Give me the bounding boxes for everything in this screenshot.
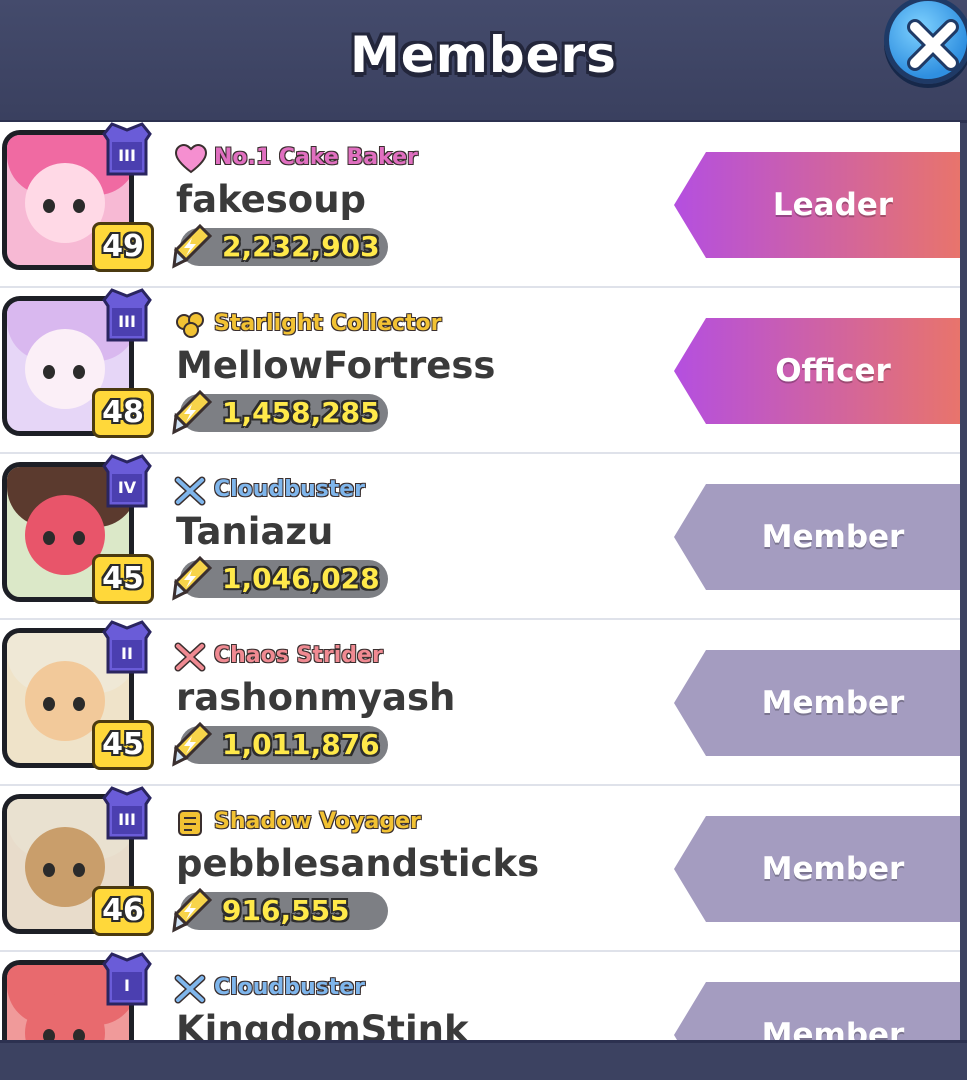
crossed-swords-icon — [174, 974, 208, 1004]
avatar-eye — [73, 199, 85, 213]
rank-badge: III — [100, 122, 154, 180]
member-row[interactable]: III 46 Shadow Voyager pebblesandsticks 9… — [0, 786, 960, 952]
power-bar: 1,011,876 — [172, 721, 388, 767]
crossed-swords-icon — [174, 642, 208, 672]
rank-label: III — [118, 146, 136, 165]
scroll-icon — [174, 808, 208, 838]
member-name[interactable]: fakesoup — [176, 178, 366, 221]
member-title-text: Chaos Strider — [214, 643, 383, 668]
avatar-eye — [43, 365, 55, 379]
member-list[interactable]: III 49 No.1 Cake Baker fakesoup 2,232,90… — [0, 122, 960, 1042]
close-icon — [907, 19, 959, 71]
power-bar: 1,046,028 — [172, 555, 388, 601]
member-title-text: Shadow Voyager — [214, 809, 421, 834]
panel-footer — [0, 1040, 967, 1080]
crossed-swords-icon — [174, 476, 208, 506]
avatar-eye — [43, 863, 55, 877]
level-badge: 45 — [92, 720, 154, 770]
close-button[interactable] — [884, 0, 967, 84]
power-value: 1,011,876 — [222, 728, 380, 761]
power-icon — [170, 886, 214, 934]
rank-badge: IV — [100, 454, 154, 512]
star-cluster-icon — [174, 310, 208, 340]
rank-label: III — [118, 312, 136, 331]
power-value: 1,046,028 — [222, 562, 380, 595]
avatar-eye — [43, 531, 55, 545]
member-title-text: Cloudbuster — [214, 975, 366, 1000]
member-title-text: No.1 Cake Baker — [214, 145, 418, 170]
rank-badge: I — [100, 952, 154, 1010]
member-row[interactable]: I Cloudbuster KingdomStink Member — [0, 952, 960, 1042]
role-button[interactable]: Member — [674, 816, 960, 922]
rank-label: II — [121, 644, 133, 663]
power-icon — [170, 388, 214, 436]
member-name[interactable]: KingdomStink — [176, 1008, 469, 1042]
level-badge: 46 — [92, 886, 154, 936]
member-row[interactable]: II 45 Chaos Strider rashonmyash 1,011,87… — [0, 620, 960, 786]
rank-badge: III — [100, 786, 154, 844]
heart-icon — [174, 143, 208, 174]
rank-label: IV — [117, 478, 137, 497]
members-panel: Members III 49 No.1 Cake Baker fakesoup … — [0, 0, 967, 1080]
role-button[interactable]: Leader — [674, 152, 960, 258]
level-badge: 49 — [92, 222, 154, 272]
level-badge: 45 — [92, 554, 154, 604]
member-title-text: Starlight Collector — [214, 311, 442, 336]
member-name[interactable]: MellowFortress — [176, 344, 495, 387]
avatar-eye — [73, 697, 85, 711]
member-row[interactable]: III 48 Starlight Collector MellowFortres… — [0, 288, 960, 454]
power-value: 1,458,285 — [222, 396, 380, 429]
role-button[interactable]: Member — [674, 650, 960, 756]
power-value: 916,555 — [222, 894, 350, 927]
rank-badge: II — [100, 620, 154, 678]
member-name[interactable]: rashonmyash — [176, 676, 455, 719]
level-badge: 48 — [92, 388, 154, 438]
power-bar: 2,232,903 — [172, 223, 388, 269]
role-button[interactable]: Officer — [674, 318, 960, 424]
avatar-eye — [43, 199, 55, 213]
rank-badge: III — [100, 288, 154, 346]
member-row[interactable]: III 49 No.1 Cake Baker fakesoup 2,232,90… — [0, 122, 960, 288]
power-icon — [170, 222, 214, 270]
avatar-eye — [43, 697, 55, 711]
avatar-eye — [73, 531, 85, 545]
member-name[interactable]: pebblesandsticks — [176, 842, 539, 885]
role-button[interactable]: Member — [674, 982, 960, 1042]
power-value: 2,232,903 — [222, 230, 380, 263]
avatar-eye — [73, 863, 85, 877]
rank-label: III — [118, 810, 136, 829]
member-row[interactable]: IV 45 Cloudbuster Taniazu 1,046,028 Memb… — [0, 454, 960, 620]
page-title: Members — [350, 26, 617, 84]
role-button[interactable]: Member — [674, 484, 960, 590]
power-icon — [170, 720, 214, 768]
power-bar: 916,555 — [172, 887, 388, 933]
rank-label: I — [124, 976, 130, 995]
avatar-eye — [73, 365, 85, 379]
panel-header: Members — [0, 0, 967, 123]
member-title-text: Cloudbuster — [214, 477, 366, 502]
power-icon — [170, 554, 214, 602]
member-name[interactable]: Taniazu — [176, 510, 333, 553]
power-bar: 1,458,285 — [172, 389, 388, 435]
